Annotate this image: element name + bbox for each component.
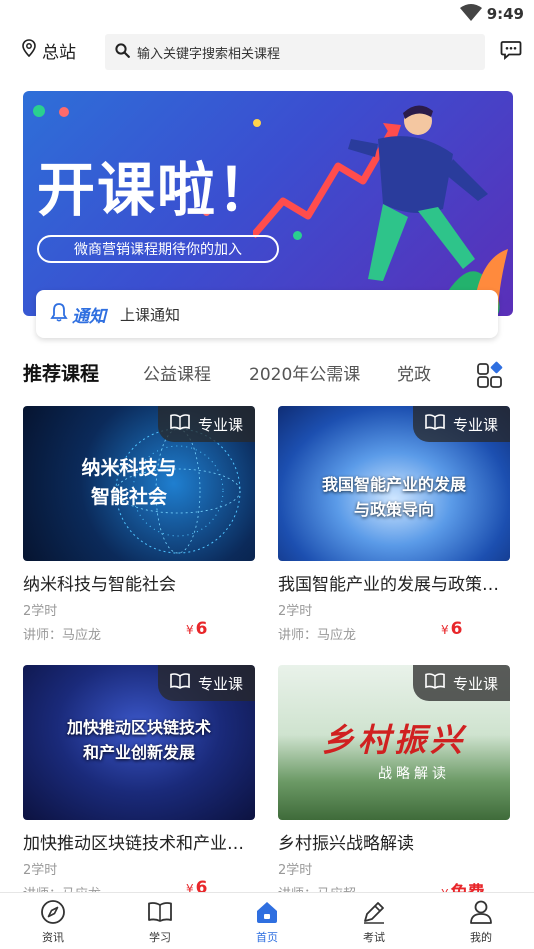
nav-label: 学习 (149, 931, 171, 944)
badge-label: 专业课 (197, 674, 243, 693)
banner-subtitle: 微商营销课程期待你的加入 (37, 235, 279, 263)
pen-icon (344, 899, 404, 925)
compass-icon (23, 899, 83, 925)
bottom-nav: 资讯 学习 首页 考试 我的 (0, 892, 534, 949)
search-icon (115, 42, 137, 62)
course-price: ¥6 (441, 619, 462, 639)
top-header: 总站 输入关键字搜索相关课程 (0, 32, 534, 72)
price-value: 6 (195, 619, 208, 639)
course-hours: 2学时 (278, 863, 313, 878)
course-hours: 2学时 (278, 604, 313, 619)
course-thumbnail: 加快推动区块链技术 和产业创新发展 专业课 (23, 665, 255, 820)
nav-label: 我的 (470, 931, 492, 944)
course-teacher: 讲师：马应龙 (278, 628, 357, 643)
course-card[interactable]: 我国智能产业的发展 与政策导向 专业课 我国智能产业的发展与政策… 2学时 讲师… (278, 406, 510, 643)
thumbnail-title: 纳米科技与 智能社会 (81, 457, 177, 508)
course-thumbnail: 我国智能产业的发展 与政策导向 专业课 (278, 406, 510, 561)
home-icon (237, 899, 297, 925)
course-type-badge: 专业课 (412, 665, 510, 701)
thumbnail-subtitle: 战略解读 (378, 766, 450, 782)
open-book-icon (170, 673, 198, 693)
nav-label: 考试 (363, 931, 385, 944)
category-grid-icon[interactable] (476, 361, 504, 393)
course-price: ¥6 (186, 619, 207, 639)
location-selector[interactable]: 总站 (22, 38, 76, 63)
person-illustration (348, 105, 508, 314)
nav-label: 首页 (256, 931, 278, 944)
course-card[interactable]: 乡村振兴 战略解读 专业课 乡村振兴战略解读 2学时 讲师：马应超 ¥免费 (278, 665, 510, 903)
course-tabs: 推荐课程 公益课程 2020年公需课 党政 (0, 360, 534, 390)
course-title: 加快推动区块链技术和产业… (23, 834, 244, 854)
currency-symbol: ¥ (186, 623, 194, 637)
course-thumbnail: 纳米科技与 智能社会 专业课 (23, 406, 255, 561)
thumbnail-title: 我国智能产业的发展 与政策导向 (321, 475, 466, 519)
user-icon (451, 899, 511, 925)
wifi-icon (460, 4, 482, 26)
notice-tag: 通知 (72, 306, 106, 327)
course-card[interactable]: 纳米科技与 智能社会 专业课 纳米科技与智能社会 2学时 讲师：马应龙 ¥6 (23, 406, 255, 643)
tab-party-government[interactable]: 党政 (397, 360, 431, 385)
currency-symbol: ¥ (441, 623, 449, 637)
status-bar: 9:49 (0, 0, 534, 30)
nav-label: 资讯 (42, 931, 64, 944)
thumbnail-title: 乡村振兴 (321, 721, 466, 759)
decor-dot (33, 105, 45, 117)
open-book-icon (425, 414, 453, 434)
tab-2020-public-course[interactable]: 2020年公需课 (249, 360, 360, 385)
location-label: 总站 (42, 43, 76, 63)
course-hours: 2学时 (23, 604, 58, 619)
notice-text: 上课通知 (120, 305, 181, 324)
tab-recommended[interactable]: 推荐课程 (23, 359, 100, 386)
home-screen: 9:49 总站 输入关键字搜索相关课程 开课啦！ 微商营销课程期待你的加入 通知… (0, 0, 534, 949)
course-thumbnail: 乡村振兴 战略解读 专业课 (278, 665, 510, 820)
status-time: 9:49 (486, 5, 524, 23)
course-title: 乡村振兴战略解读 (278, 834, 414, 854)
nav-item-news[interactable]: 资讯 (23, 899, 83, 945)
badge-label: 专业课 (197, 415, 243, 434)
tab-public-welfare[interactable]: 公益课程 (143, 360, 211, 385)
search-input[interactable]: 输入关键字搜索相关课程 (105, 34, 485, 70)
course-type-badge: 专业课 (157, 406, 255, 442)
open-book-icon (170, 414, 198, 434)
course-type-badge: 专业课 (157, 665, 255, 701)
nav-item-exam[interactable]: 考试 (344, 899, 404, 945)
bell-icon (50, 302, 68, 326)
badge-label: 专业课 (452, 674, 498, 693)
course-teacher: 讲师：马应龙 (23, 628, 102, 643)
price-value: 6 (450, 619, 463, 639)
decor-dot (59, 107, 69, 117)
nav-item-study[interactable]: 学习 (130, 899, 190, 945)
banner-headline: 开课啦！ (37, 156, 278, 224)
course-card[interactable]: 加快推动区块链技术 和产业创新发展 专业课 加快推动区块链技术和产业… 2学时 … (23, 665, 255, 902)
message-icon[interactable] (500, 40, 522, 64)
nav-item-home[interactable]: 首页 (237, 899, 297, 945)
course-title: 纳米科技与智能社会 (23, 575, 176, 595)
course-type-badge: 专业课 (412, 406, 510, 442)
book-icon (130, 899, 190, 925)
course-title: 我国智能产业的发展与政策… (278, 575, 499, 595)
nav-item-profile[interactable]: 我的 (451, 899, 511, 945)
promo-banner[interactable]: 开课啦！ 微商营销课程期待你的加入 (23, 91, 513, 316)
thumbnail-title: 加快推动区块链技术 和产业创新发展 (66, 718, 211, 762)
location-pin-icon (22, 39, 42, 62)
search-placeholder: 输入关键字搜索相关课程 (137, 46, 281, 62)
course-hours: 2学时 (23, 863, 58, 878)
notice-bar[interactable]: 通知 上课通知 (36, 290, 498, 338)
open-book-icon (425, 673, 453, 693)
badge-label: 专业课 (452, 415, 498, 434)
